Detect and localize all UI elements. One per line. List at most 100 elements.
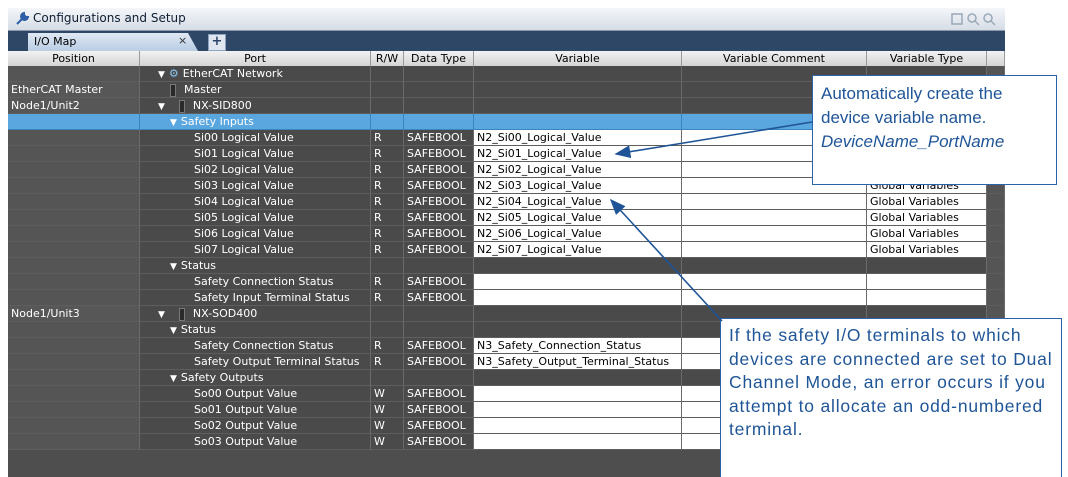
expand-toggle-icon[interactable]: ▼ [170,372,177,385]
header-variable[interactable]: Variable [474,51,682,66]
callout-line: DeviceName_PortName [821,132,1005,151]
variable-field[interactable] [474,434,682,450]
header-port[interactable]: Port [140,51,371,66]
cell-port[interactable]: Si07 Logical Value [140,242,371,258]
table-row[interactable]: ▼ Status [8,258,1005,274]
variable-field[interactable]: N3_Safety_Output_Terminal_Status [474,354,682,370]
cell-port[interactable]: ▼ Safety Outputs [140,370,371,386]
variable-field[interactable]: N2_Si00_Logical_Value [474,130,682,146]
variable-field[interactable] [474,274,682,290]
table-row[interactable]: Si07 Logical Value R SAFEBOOL N2_Si07_Logic… [8,242,1005,258]
add-tab-button[interactable]: + [208,34,226,51]
cell-port[interactable]: Master [140,82,371,98]
cell-port[interactable]: Si02 Logical Value [140,162,371,178]
variable-comment-field[interactable] [682,210,867,226]
variable-field[interactable]: N3_Safety_Connection_Status [474,338,682,354]
cell-port[interactable]: ▼ ⚙ EtherCAT Network [140,66,371,82]
variable-field[interactable] [474,306,682,322]
expand-toggle-icon[interactable]: ▼ [158,100,165,113]
cell-port[interactable]: Safety Connection Status [140,274,371,290]
cell-position [8,194,140,210]
expand-toggle-icon[interactable]: ▼ [158,308,165,321]
variable-field[interactable] [474,386,682,402]
port-label: So00 Output Value [194,387,298,400]
cell-data-type: SAFEBOOL [404,434,474,450]
variable-comment-field[interactable] [682,242,867,258]
variable-comment-field[interactable] [682,194,867,210]
cell-port[interactable]: So02 Output Value [140,418,371,434]
variable-type-field[interactable]: Global Variables [867,226,987,242]
variable-field[interactable] [474,114,682,130]
header-rw[interactable]: R/W [371,51,404,66]
cell-port[interactable]: ▼ NX-SID800 [140,98,371,114]
cell-port[interactable]: Si05 Logical Value [140,210,371,226]
cell-port[interactable]: So00 Output Value [140,386,371,402]
close-tab-icon[interactable]: × [178,34,187,47]
variable-type-field[interactable] [867,274,987,290]
variable-field[interactable]: N2_Si04_Logical_Value [474,194,682,210]
cell-port[interactable]: Safety Connection Status [140,338,371,354]
variable-comment-field[interactable] [682,258,867,274]
expand-toggle-icon[interactable]: ▼ [170,324,177,337]
variable-type-field[interactable]: Global Variables [867,194,987,210]
zoom-out-icon[interactable] [982,12,996,26]
table-row[interactable]: Safety Connection Status R SAFEBOOL [8,274,1005,290]
variable-field[interactable] [474,290,682,306]
table-row[interactable]: Si06 Logical Value R SAFEBOOL N2_Si06_Logic… [8,226,1005,242]
table-row[interactable]: Si05 Logical Value R SAFEBOOL N2_Si05_Logic… [8,210,1005,226]
variable-field[interactable] [474,402,682,418]
cell-data-type: SAFEBOOL [404,210,474,226]
cell-port[interactable]: So01 Output Value [140,402,371,418]
header-tail [987,51,1005,66]
variable-field[interactable] [474,258,682,274]
tab-io-map[interactable]: I/O Map × [28,33,198,51]
expand-toggle-icon[interactable]: ▼ [170,116,177,129]
variable-field[interactable]: N2_Si07_Logical_Value [474,242,682,258]
header-position[interactable]: Position [8,51,140,66]
variable-field[interactable] [474,66,682,82]
cell-port[interactable]: Safety Input Terminal Status [140,290,371,306]
expand-toggle-icon[interactable]: ▼ [158,68,165,81]
variable-field[interactable]: N2_Si05_Logical_Value [474,210,682,226]
header-variable-comment[interactable]: Variable Comment [682,51,867,66]
cell-rw [371,258,404,274]
variable-field[interactable] [474,82,682,98]
cell-port[interactable]: Si03 Logical Value [140,178,371,194]
cell-port[interactable]: Si00 Logical Value [140,130,371,146]
cell-position [8,210,140,226]
cell-port[interactable]: Safety Output Terminal Status [140,354,371,370]
cell-port[interactable]: Si01 Logical Value [140,146,371,162]
variable-field[interactable] [474,418,682,434]
cell-port[interactable]: ▼ NX-SOD400 [140,306,371,322]
table-row[interactable]: Safety Input Terminal Status R SAFEBOOL [8,290,1005,306]
cell-position [8,354,140,370]
header-variable-type[interactable]: Variable Type [867,51,987,66]
fit-icon[interactable] [950,12,964,26]
cell-port[interactable]: ▼ Status [140,258,371,274]
zoom-in-icon[interactable] [966,12,980,26]
variable-field[interactable]: N2_Si03_Logical_Value [474,178,682,194]
port-label: Si06 Logical Value [194,227,294,240]
variable-type-field[interactable]: Global Variables [867,210,987,226]
cell-port[interactable]: So03 Output Value [140,434,371,450]
cell-rw [371,98,404,114]
variable-field[interactable]: N2_Si06_Logical_Value [474,226,682,242]
variable-field[interactable] [474,370,682,386]
cell-port[interactable]: ▼ Safety Inputs [140,114,371,130]
variable-comment-field[interactable] [682,290,867,306]
table-row[interactable]: Si04 Logical Value R SAFEBOOL N2_Si04_Logic… [8,194,1005,210]
variable-field[interactable] [474,322,682,338]
cell-port[interactable]: Si06 Logical Value [140,226,371,242]
variable-type-field[interactable] [867,258,987,274]
variable-comment-field[interactable] [682,274,867,290]
variable-comment-field[interactable] [682,226,867,242]
variable-type-field[interactable] [867,290,987,306]
variable-field[interactable]: N2_Si01_Logical_Value [474,146,682,162]
cell-port[interactable]: Si04 Logical Value [140,194,371,210]
variable-field[interactable]: N2_Si02_Logical_Value [474,162,682,178]
variable-field[interactable] [474,98,682,114]
cell-port[interactable]: ▼ Status [140,322,371,338]
variable-type-field[interactable]: Global Variables [867,242,987,258]
expand-toggle-icon[interactable]: ▼ [170,260,177,273]
header-data-type[interactable]: Data Type [404,51,474,66]
